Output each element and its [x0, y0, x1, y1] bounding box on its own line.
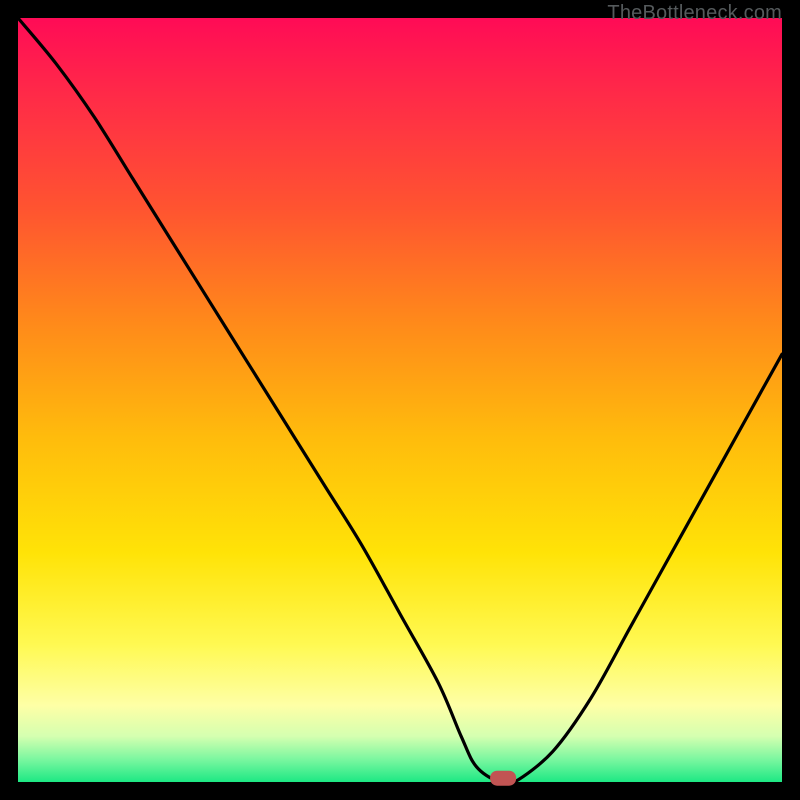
- watermark-text: TheBottleneck.com: [607, 2, 782, 25]
- bottleneck-curve: [18, 18, 782, 782]
- chart-frame: TheBottleneck.com: [0, 0, 800, 800]
- curve-path: [18, 18, 782, 785]
- plot-area: [18, 18, 782, 782]
- minimum-marker: [490, 771, 516, 786]
